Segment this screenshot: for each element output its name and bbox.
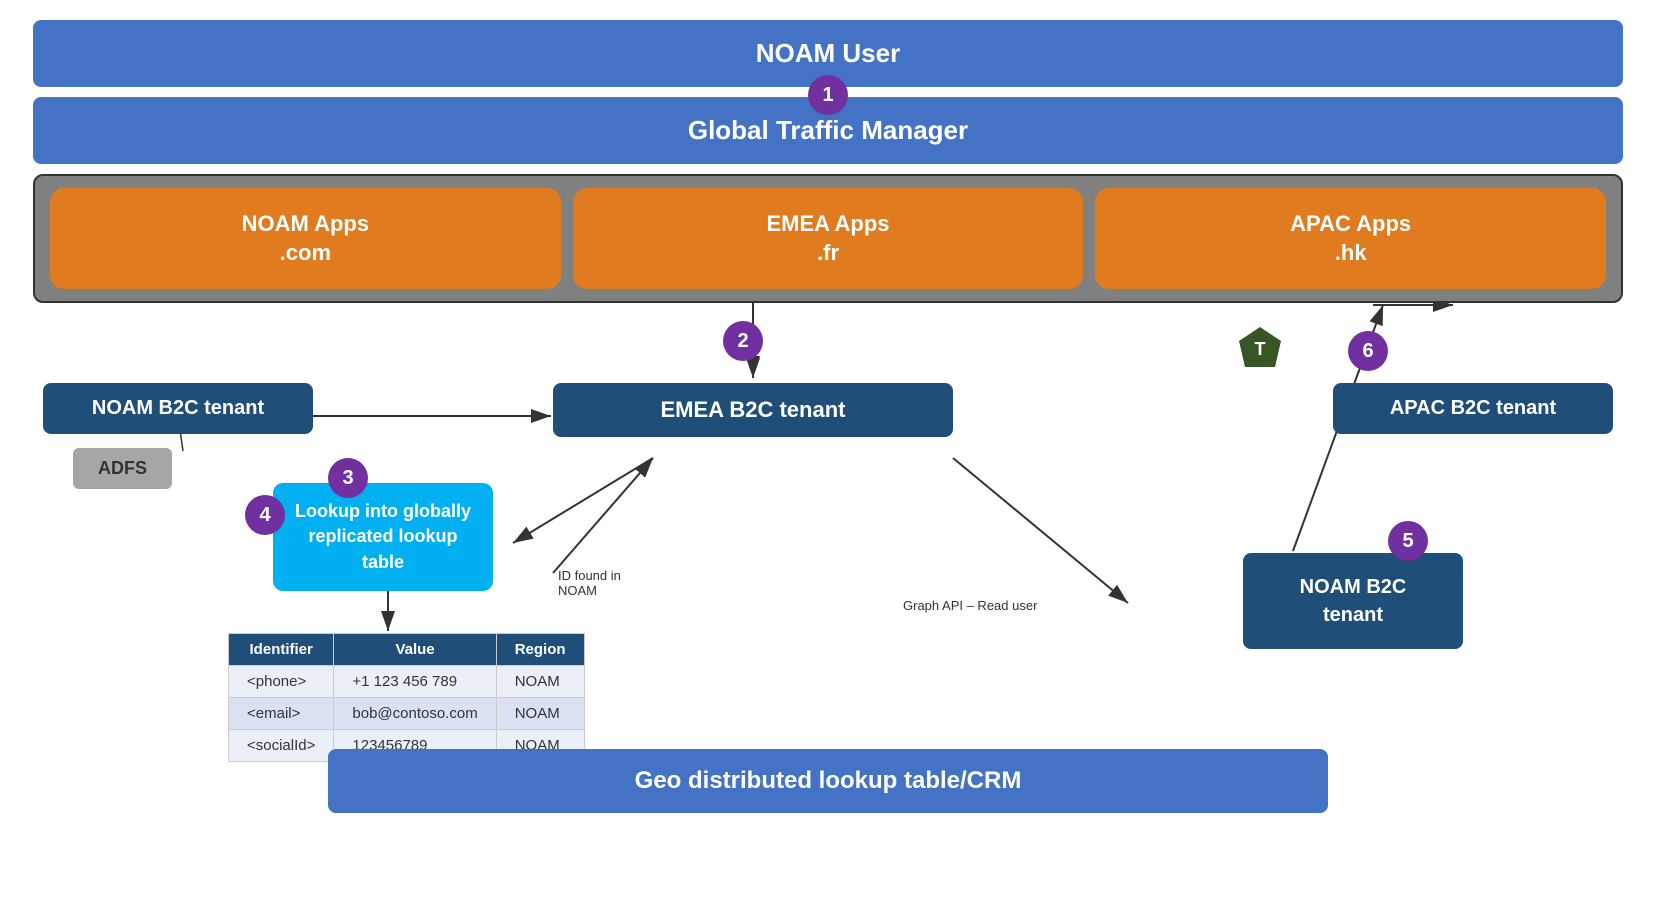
emea-apps-box: EMEA Apps .fr [573, 188, 1084, 289]
middle-section: 2 3 4 5 6 NOAM B2C tenant ADFS EMEA B2C … [33, 303, 1623, 823]
geo-bar: Geo distributed lookup table/CRM [328, 749, 1328, 813]
noam-b2c-tenant-2-box: NOAM B2C tenant [1243, 553, 1463, 649]
step3-badge: 3 [328, 458, 368, 498]
t-pentagon: T [1237, 325, 1283, 376]
lookup-box: Lookup into globally replicated lookup t… [273, 483, 493, 591]
table-header-region: Region [496, 634, 584, 666]
step2-badge: 2 [723, 321, 763, 361]
diagram-container: NOAM User 1 Global Traffic Manager NOAM … [0, 0, 1656, 920]
noam-user-label: NOAM User [756, 38, 900, 68]
step5-badge: 5 [1388, 521, 1428, 561]
apps-row: NOAM Apps .com EMEA Apps .fr APAC Apps .… [33, 174, 1623, 303]
apac-b2c-tenant-box: APAC B2C tenant [1333, 383, 1613, 434]
table-header-value: Value [334, 634, 496, 666]
table-row: <phone> +1 123 456 789 NOAM [229, 666, 585, 698]
step4-badge: 4 [245, 495, 285, 535]
gtm-label: Global Traffic Manager [688, 115, 968, 145]
adfs-box: ADFS [73, 448, 172, 489]
table-row: <email> bob@contoso.com NOAM [229, 698, 585, 730]
noam-apps-box: NOAM Apps .com [50, 188, 561, 289]
emea-b2c-tenant-box: EMEA B2C tenant [553, 383, 953, 437]
apac-apps-box: APAC Apps .hk [1095, 188, 1606, 289]
lookup-data-table: Identifier Value Region <phone> +1 123 4… [228, 633, 585, 762]
step6-badge: 6 [1348, 331, 1388, 371]
table-header-identifier: Identifier [229, 634, 334, 666]
svg-text:T: T [1255, 339, 1266, 359]
id-found-label: ID found in NOAM [558, 568, 621, 598]
step1-badge: 1 [808, 75, 848, 115]
noam-b2c-tenant-box: NOAM B2C tenant [43, 383, 313, 434]
graph-api-label: Graph API – Read user [903, 598, 1037, 613]
